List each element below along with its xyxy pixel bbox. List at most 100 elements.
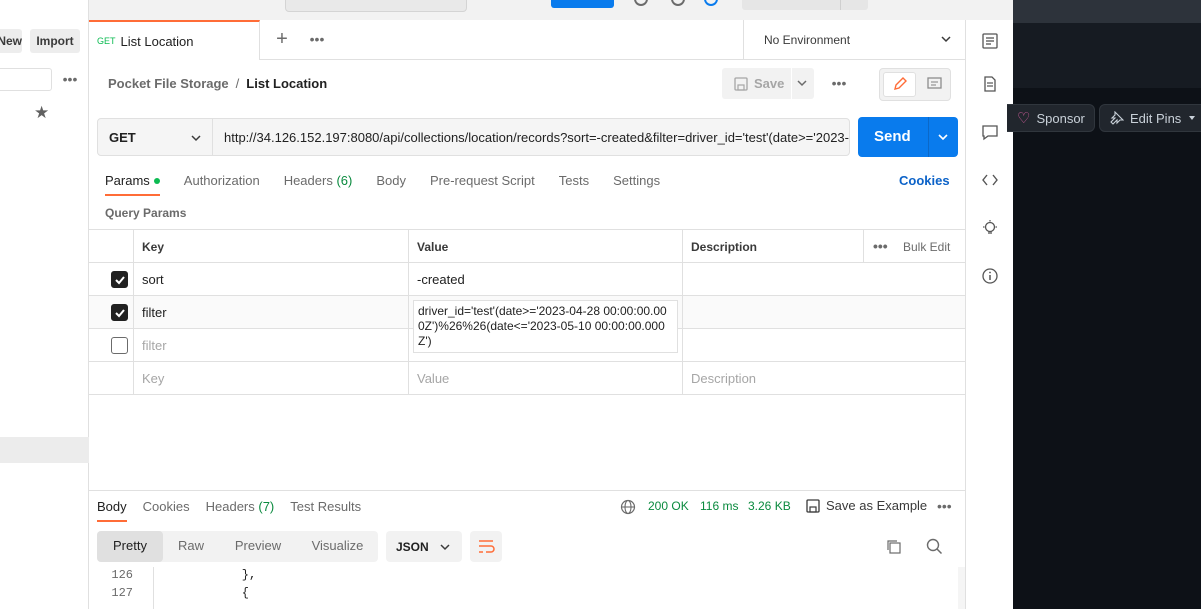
method-label: GET (109, 129, 136, 145)
active-indicator (153, 177, 160, 184)
tab-headers-label: Headers (283, 173, 333, 188)
global-search-input[interactable] (285, 0, 467, 12)
headers-count: (6) (336, 173, 353, 188)
tab-params[interactable]: Params (105, 173, 160, 197)
new-param-key[interactable]: Key (134, 362, 409, 395)
documentation-icon[interactable] (981, 75, 999, 93)
mode-toggle (879, 68, 951, 101)
new-button[interactable]: New (0, 29, 22, 53)
new-tab-icon[interactable]: + (271, 28, 293, 50)
param-key[interactable]: filter (134, 296, 409, 329)
request-tabs-bar: GET List Location + ••• No Environment (89, 20, 965, 60)
browser-bar (1013, 0, 1201, 23)
param-key[interactable]: filter (134, 329, 409, 362)
view-preview[interactable]: Preview (219, 531, 297, 562)
search-icon[interactable] (926, 538, 943, 555)
param-checkbox[interactable] (111, 337, 128, 354)
param-checkbox[interactable] (111, 271, 128, 288)
environment-selector[interactable]: No Environment (743, 20, 965, 60)
tab-method: GET (97, 36, 116, 46)
breadcrumb-collection[interactable]: Pocket File Storage (108, 76, 229, 91)
tab-headers[interactable]: Headers (6) (284, 173, 353, 197)
param-checkbox[interactable] (111, 304, 128, 321)
sidebar-search-input[interactable] (0, 68, 52, 91)
sidebar: New Import ••• ★ (0, 0, 89, 609)
response-body-viewer[interactable]: 126 }, 127 { (89, 567, 958, 609)
edit-mode-button[interactable] (883, 72, 916, 97)
column-value: Value (409, 230, 683, 263)
avatar[interactable] (704, 0, 718, 6)
chevron-down-icon[interactable] (936, 130, 950, 144)
tab-response-cookies[interactable]: Cookies (143, 499, 190, 514)
new-param-description[interactable]: Description (683, 362, 965, 395)
param-description[interactable] (683, 329, 965, 362)
globe-icon[interactable] (620, 499, 636, 515)
sidebar-selected-item[interactable] (0, 437, 89, 463)
tab-list-location[interactable]: GET List Location (89, 20, 260, 60)
heart-icon: ♡ (1017, 110, 1031, 127)
tab-response-headers[interactable]: Headers (7) (206, 499, 275, 514)
bulk-edit-link[interactable]: Bulk Edit (903, 240, 950, 254)
new-param-value[interactable]: Value (409, 362, 683, 395)
copy-icon[interactable] (886, 539, 902, 555)
view-pretty[interactable]: Pretty (97, 531, 163, 562)
param-key[interactable]: sort (134, 263, 409, 296)
sponsor-button[interactable]: ♡ Sponsor (1007, 104, 1095, 132)
tab-response-headers-label: Headers (205, 499, 255, 514)
param-value[interactable]: -created (409, 263, 683, 296)
param-value-editor[interactable]: driver_id='test'(date>='2023-04-28 00:00… (413, 300, 678, 353)
tab-options-icon[interactable]: ••• (307, 28, 327, 50)
request-title[interactable]: List Location (246, 76, 327, 91)
response-time[interactable]: 116 ms (700, 499, 738, 513)
code-icon[interactable] (981, 171, 999, 189)
tab-response-body[interactable]: Body (97, 499, 127, 522)
tab-test-results[interactable]: Test Results (290, 499, 361, 514)
url-input[interactable]: http://34.126.152.197:8080/api/collectio… (212, 118, 850, 156)
send-button[interactable]: Send (858, 117, 958, 157)
method-select[interactable]: GET (97, 118, 213, 156)
import-button[interactable]: Import (30, 29, 80, 53)
info-icon[interactable] (981, 267, 999, 285)
view-visualize[interactable]: Visualize (297, 531, 378, 562)
pencil-icon (894, 77, 907, 90)
view-raw[interactable]: Raw (163, 531, 219, 562)
save-as-example-button[interactable]: Save as Example (806, 498, 927, 513)
param-description[interactable] (683, 296, 965, 329)
invite-button[interactable] (551, 0, 614, 8)
response-status[interactable]: 200 OK (648, 499, 689, 513)
comment-mode-button[interactable] (920, 72, 949, 97)
wrap-lines-button[interactable] (470, 531, 502, 562)
upgrade-button[interactable] (742, 0, 868, 10)
request-options-icon[interactable]: ••• (829, 73, 849, 93)
tab-body[interactable]: Body (376, 173, 406, 197)
response-options-icon[interactable]: ••• (937, 498, 952, 514)
tab-authorization[interactable]: Authorization (184, 173, 260, 197)
notifications-icon[interactable] (671, 0, 685, 6)
edit-pins-button[interactable]: Edit Pins (1099, 104, 1201, 132)
tab-settings[interactable]: Settings (613, 173, 660, 197)
response-size[interactable]: 3.26 KB (748, 499, 791, 513)
tab-prerequest-script[interactable]: Pre-request Script (430, 173, 535, 197)
code-text: }, (213, 568, 257, 582)
code-line: 126 }, (89, 568, 958, 585)
param-description[interactable] (683, 263, 965, 296)
star-icon[interactable]: ★ (34, 103, 49, 123)
scrollbar[interactable] (958, 567, 965, 609)
tab-tests[interactable]: Tests (559, 173, 589, 197)
save-button[interactable]: Save (722, 68, 814, 99)
format-select[interactable]: JSON (386, 531, 462, 562)
comments-icon[interactable] (981, 123, 999, 141)
table-options-icon[interactable]: ••• (873, 238, 888, 254)
send-label: Send (874, 128, 911, 145)
query-params-title: Query Params (105, 206, 187, 220)
environment-quick-look-icon[interactable] (981, 32, 999, 50)
divider (928, 117, 929, 157)
cookies-link[interactable]: Cookies (899, 173, 950, 188)
settings-icon[interactable] (634, 0, 648, 6)
divider (840, 0, 841, 10)
more-options-icon[interactable]: ••• (60, 70, 80, 90)
code-line: 127 { (89, 586, 958, 603)
divider (153, 567, 154, 609)
chevron-down-icon[interactable] (796, 77, 808, 89)
lightbulb-icon[interactable] (981, 219, 999, 237)
